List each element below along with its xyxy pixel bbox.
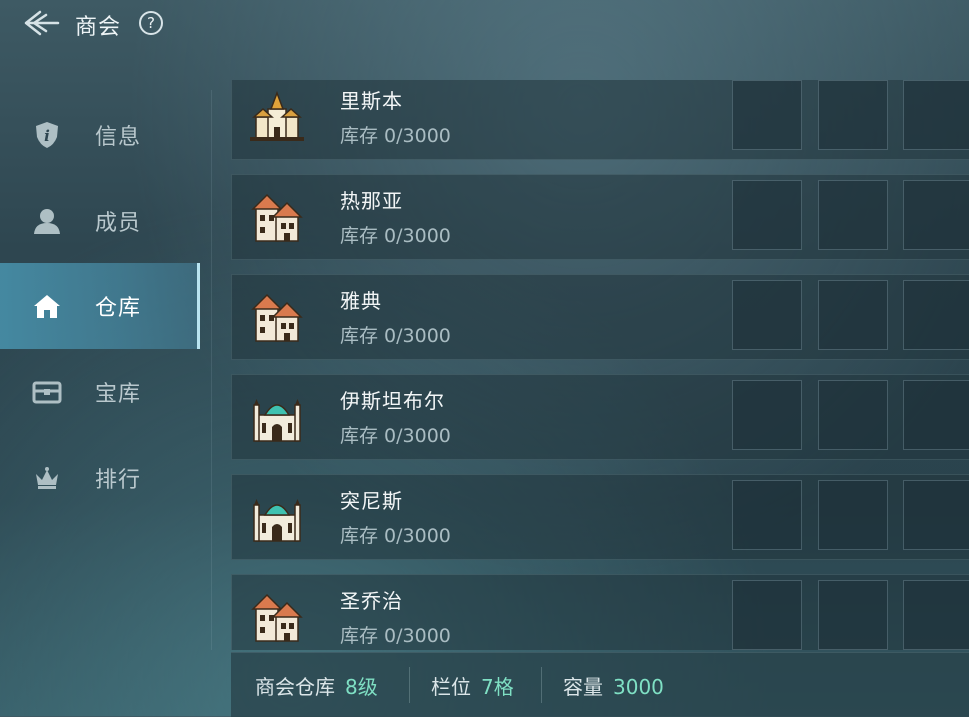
sidebar-item-label: 排行 <box>95 468 142 493</box>
warehouse-stock: 库存 0/3000 <box>340 225 451 247</box>
svg-text:i: i <box>44 127 50 145</box>
item-slot[interactable] <box>732 80 802 150</box>
sidebar-item-label: 仓库 <box>95 296 142 321</box>
sidebar-divider <box>211 90 212 650</box>
slots-label: 栏位 <box>431 675 471 699</box>
warehouse-summary-bar: 商会仓库 8级 栏位 7格 容量 3000 <box>231 652 969 717</box>
item-slot[interactable] <box>903 580 969 650</box>
capacity-value: 3000 <box>613 675 664 699</box>
item-slot[interactable] <box>903 80 969 150</box>
slots-info: 栏位 7格 <box>431 671 514 700</box>
warehouse-list[interactable]: 里斯本 库存 0/3000 热那亚 库存 0/3000 雅典 库存 0/3000… <box>231 80 969 650</box>
item-slot[interactable] <box>732 580 802 650</box>
warehouse-level-info: 商会仓库 8级 <box>255 671 378 700</box>
item-slot[interactable] <box>732 380 802 450</box>
divider <box>409 667 410 703</box>
item-slot[interactable] <box>903 180 969 250</box>
item-slot[interactable] <box>732 180 802 250</box>
item-slot[interactable] <box>818 180 888 250</box>
top-bar: 商会 ? <box>0 0 400 50</box>
warehouse-level-label: 商会仓库 <box>255 675 335 699</box>
mosque-icon <box>253 399 301 442</box>
warehouse-row[interactable]: 里斯本 库存 0/3000 <box>231 80 969 160</box>
item-slot[interactable] <box>732 480 802 550</box>
warehouse-name: 热那亚 <box>340 189 403 213</box>
home-icon <box>32 291 62 321</box>
item-slot[interactable] <box>903 380 969 450</box>
cathedral-city-icon <box>250 90 304 141</box>
crown-icon <box>32 463 62 493</box>
warehouse-stock: 库存 0/3000 <box>340 625 451 647</box>
item-slot[interactable] <box>903 480 969 550</box>
warehouse-row[interactable]: 雅典 库存 0/3000 <box>231 274 969 360</box>
sidebar-item-label: 成员 <box>95 211 142 236</box>
item-slot[interactable] <box>818 480 888 550</box>
sidebar-item-label: 宝库 <box>95 382 142 407</box>
item-slot[interactable] <box>818 280 888 350</box>
back-arrow-icon[interactable] <box>22 8 62 38</box>
warehouse-stock: 库存 0/3000 <box>340 425 451 447</box>
chest-icon <box>32 377 62 407</box>
warehouse-level-value: 8级 <box>345 675 378 699</box>
item-slot[interactable] <box>818 80 888 150</box>
warehouse-stock: 库存 0/3000 <box>340 325 451 347</box>
warehouse-row[interactable]: 突尼斯 库存 0/3000 <box>231 474 969 560</box>
capacity-label: 容量 <box>563 675 603 699</box>
european-houses-icon <box>251 193 303 242</box>
warehouse-name: 圣乔治 <box>340 589 403 613</box>
european-houses-icon <box>251 593 303 642</box>
european-houses-icon <box>251 293 303 342</box>
item-slot[interactable] <box>818 380 888 450</box>
divider <box>541 667 542 703</box>
warehouse-row[interactable]: 伊斯坦布尔 库存 0/3000 <box>231 374 969 460</box>
warehouse-stock: 库存 0/3000 <box>340 525 451 547</box>
sidebar-item-warehouse[interactable]: 仓库 <box>0 263 200 349</box>
mosque-icon <box>253 499 301 542</box>
item-slot[interactable] <box>818 580 888 650</box>
warehouse-name: 里斯本 <box>340 89 403 113</box>
warehouse-name: 伊斯坦布尔 <box>340 389 445 413</box>
warehouse-row[interactable]: 圣乔治 库存 0/3000 <box>231 574 969 650</box>
user-icon <box>32 206 62 236</box>
sidebar-item-ranking[interactable]: 排行 <box>0 435 200 521</box>
warehouse-row[interactable]: 热那亚 库存 0/3000 <box>231 174 969 260</box>
warehouse-stock: 库存 0/3000 <box>340 125 451 147</box>
slots-value: 7格 <box>481 675 514 699</box>
sidebar-item-members[interactable]: 成员 <box>0 178 200 264</box>
page-title: 商会 <box>75 15 122 40</box>
info-shield-icon: i <box>32 120 62 150</box>
capacity-info: 容量 3000 <box>563 671 664 700</box>
item-slot[interactable] <box>732 280 802 350</box>
item-slot[interactable] <box>903 280 969 350</box>
sidebar-item-label: 信息 <box>95 125 142 150</box>
sidebar-item-info[interactable]: i 信息 <box>0 92 200 178</box>
warehouse-name: 雅典 <box>340 289 382 313</box>
help-icon[interactable]: ? <box>139 11 163 35</box>
sidebar-nav: i 信息 成员 仓库 宝库 排行 <box>0 90 200 650</box>
sidebar-item-treasury[interactable]: 宝库 <box>0 349 200 435</box>
warehouse-name: 突尼斯 <box>340 489 403 513</box>
